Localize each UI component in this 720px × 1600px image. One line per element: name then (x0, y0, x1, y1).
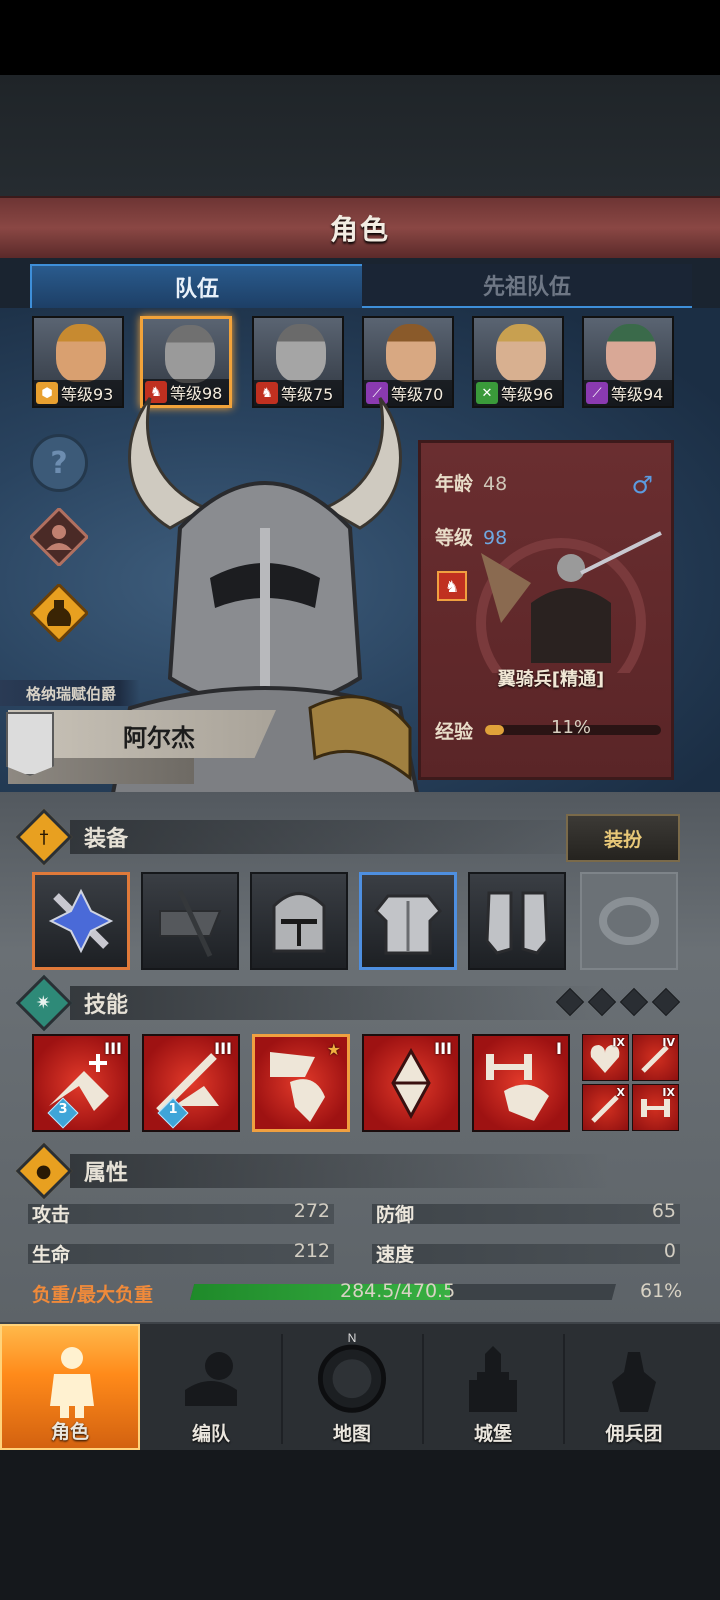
skills-header: ✷ 技能 (15, 974, 128, 1032)
banner-slot[interactable] (141, 872, 239, 970)
male-icon: ♂ (631, 471, 653, 499)
person-icon: ● (15, 1142, 73, 1200)
skill-slot[interactable]: III 1 (142, 1034, 240, 1132)
character-title: 格纳瑞赋伯爵 (0, 680, 141, 706)
class-icon: ⬢ (36, 382, 58, 404)
dress-up-button[interactable]: 装扮 (566, 814, 680, 862)
nav-character[interactable]: 角色 (0, 1324, 140, 1450)
skill-slot[interactable]: ★ (252, 1034, 350, 1132)
nav-castle[interactable]: 城堡 (423, 1324, 563, 1450)
tab-ancestor-team[interactable]: 先祖队伍 (362, 264, 692, 308)
helmet-icon (272, 892, 326, 953)
bottom-system-area (0, 1450, 720, 1600)
compass-letter: N (348, 1331, 357, 1345)
unit-class-name: 翼骑兵[精通] (497, 669, 605, 690)
formation-icon (185, 1352, 237, 1406)
knight-icon (50, 1347, 94, 1418)
banner-icon (159, 889, 222, 958)
character-info-panel: 年龄 48 ♂ 等级 98 ♞ 翼骑兵[精通] 经验 11% (418, 440, 674, 780)
xp-percent: 11% (551, 717, 592, 738)
bottom-nav: 角色 编队 N 地图 城堡 佣兵团 (0, 1322, 720, 1450)
potion-button[interactable] (30, 584, 88, 642)
armor-slot[interactable] (359, 872, 457, 970)
armor-icon (373, 894, 443, 955)
greaves-icon (485, 891, 549, 955)
passive-skill-slot[interactable]: IX (582, 1034, 629, 1081)
class-icon: ✕ (476, 382, 498, 404)
skill-point-indicators (555, 987, 682, 1017)
load-value: 284.5/470.5 (340, 1280, 456, 1302)
roster-slot[interactable]: ⟋ 等级94 (582, 316, 674, 408)
passive-skill-slot[interactable]: X (582, 1084, 629, 1131)
speed-stat: 速度 0 (372, 1236, 680, 1268)
hp-stat: 生命 212 (28, 1236, 334, 1268)
strength-horse-icon (486, 1054, 549, 1121)
squad-button[interactable] (30, 508, 88, 566)
passive-skill-slot[interactable]: IV (632, 1034, 679, 1081)
sword-icon: † (15, 808, 73, 866)
banner-icon[interactable] (6, 712, 54, 776)
roster-slot[interactable]: ✕ 等级96 (472, 316, 564, 408)
castle-icon (469, 1346, 517, 1412)
mercenary-icon (612, 1352, 656, 1412)
defense-stat: 防御 65 (372, 1196, 680, 1228)
skill-slot[interactable]: III 3 (32, 1034, 130, 1132)
tab-team[interactable]: 队伍 (30, 264, 364, 310)
skill-slot[interactable]: III (362, 1034, 460, 1132)
winged-hussar-image (476, 531, 662, 673)
page-title: 角色 (329, 213, 390, 246)
nav-formation[interactable]: 编队 (141, 1324, 281, 1450)
star-burst-icon: ✷ (15, 974, 73, 1032)
weapon-slot[interactable] (32, 872, 130, 970)
potion-icon (30, 584, 88, 642)
tab-bar: 队伍 先祖队伍 (0, 258, 720, 310)
attributes-header: ● 属性 (15, 1142, 128, 1200)
weapon-icon (48, 888, 114, 954)
title-bar: 角色 (0, 196, 720, 260)
character-name: 阿尔杰 (123, 724, 195, 752)
equipment-header: † 装备 (15, 808, 128, 866)
greaves-slot[interactable] (468, 872, 566, 970)
compass-icon: N (317, 1331, 387, 1413)
passive-skill-slot[interactable]: IX (632, 1084, 679, 1131)
help-button[interactable]: ? (30, 434, 88, 492)
class-icon: ⟋ (586, 382, 608, 404)
helmet-slot[interactable] (250, 872, 348, 970)
nav-map[interactable]: N 地图 (282, 1324, 422, 1450)
status-bar-area (0, 0, 720, 75)
ring-slot[interactable] (580, 872, 678, 970)
age-row: 年龄 48 (435, 473, 508, 495)
header-background (0, 75, 720, 200)
help-icon: ? (30, 434, 88, 492)
nav-mercenary[interactable]: 佣兵团 (564, 1324, 704, 1450)
squad-icon (30, 508, 88, 566)
load-label: 负重/最大负重 (32, 1284, 153, 1306)
load-percent: 61% (640, 1280, 683, 1302)
attack-stat: 攻击 272 (28, 1196, 334, 1228)
character-stage: ⬢ 等级93 ♞ 等级98 ♞ 等级75 ⟋ 等级70 ✕ 等级96 ⟋ 等级94 ? 年龄… (0, 308, 720, 806)
ring-icon (599, 897, 659, 945)
xp-label: 经验 (435, 721, 474, 743)
skill-slot[interactable]: I (472, 1034, 570, 1132)
